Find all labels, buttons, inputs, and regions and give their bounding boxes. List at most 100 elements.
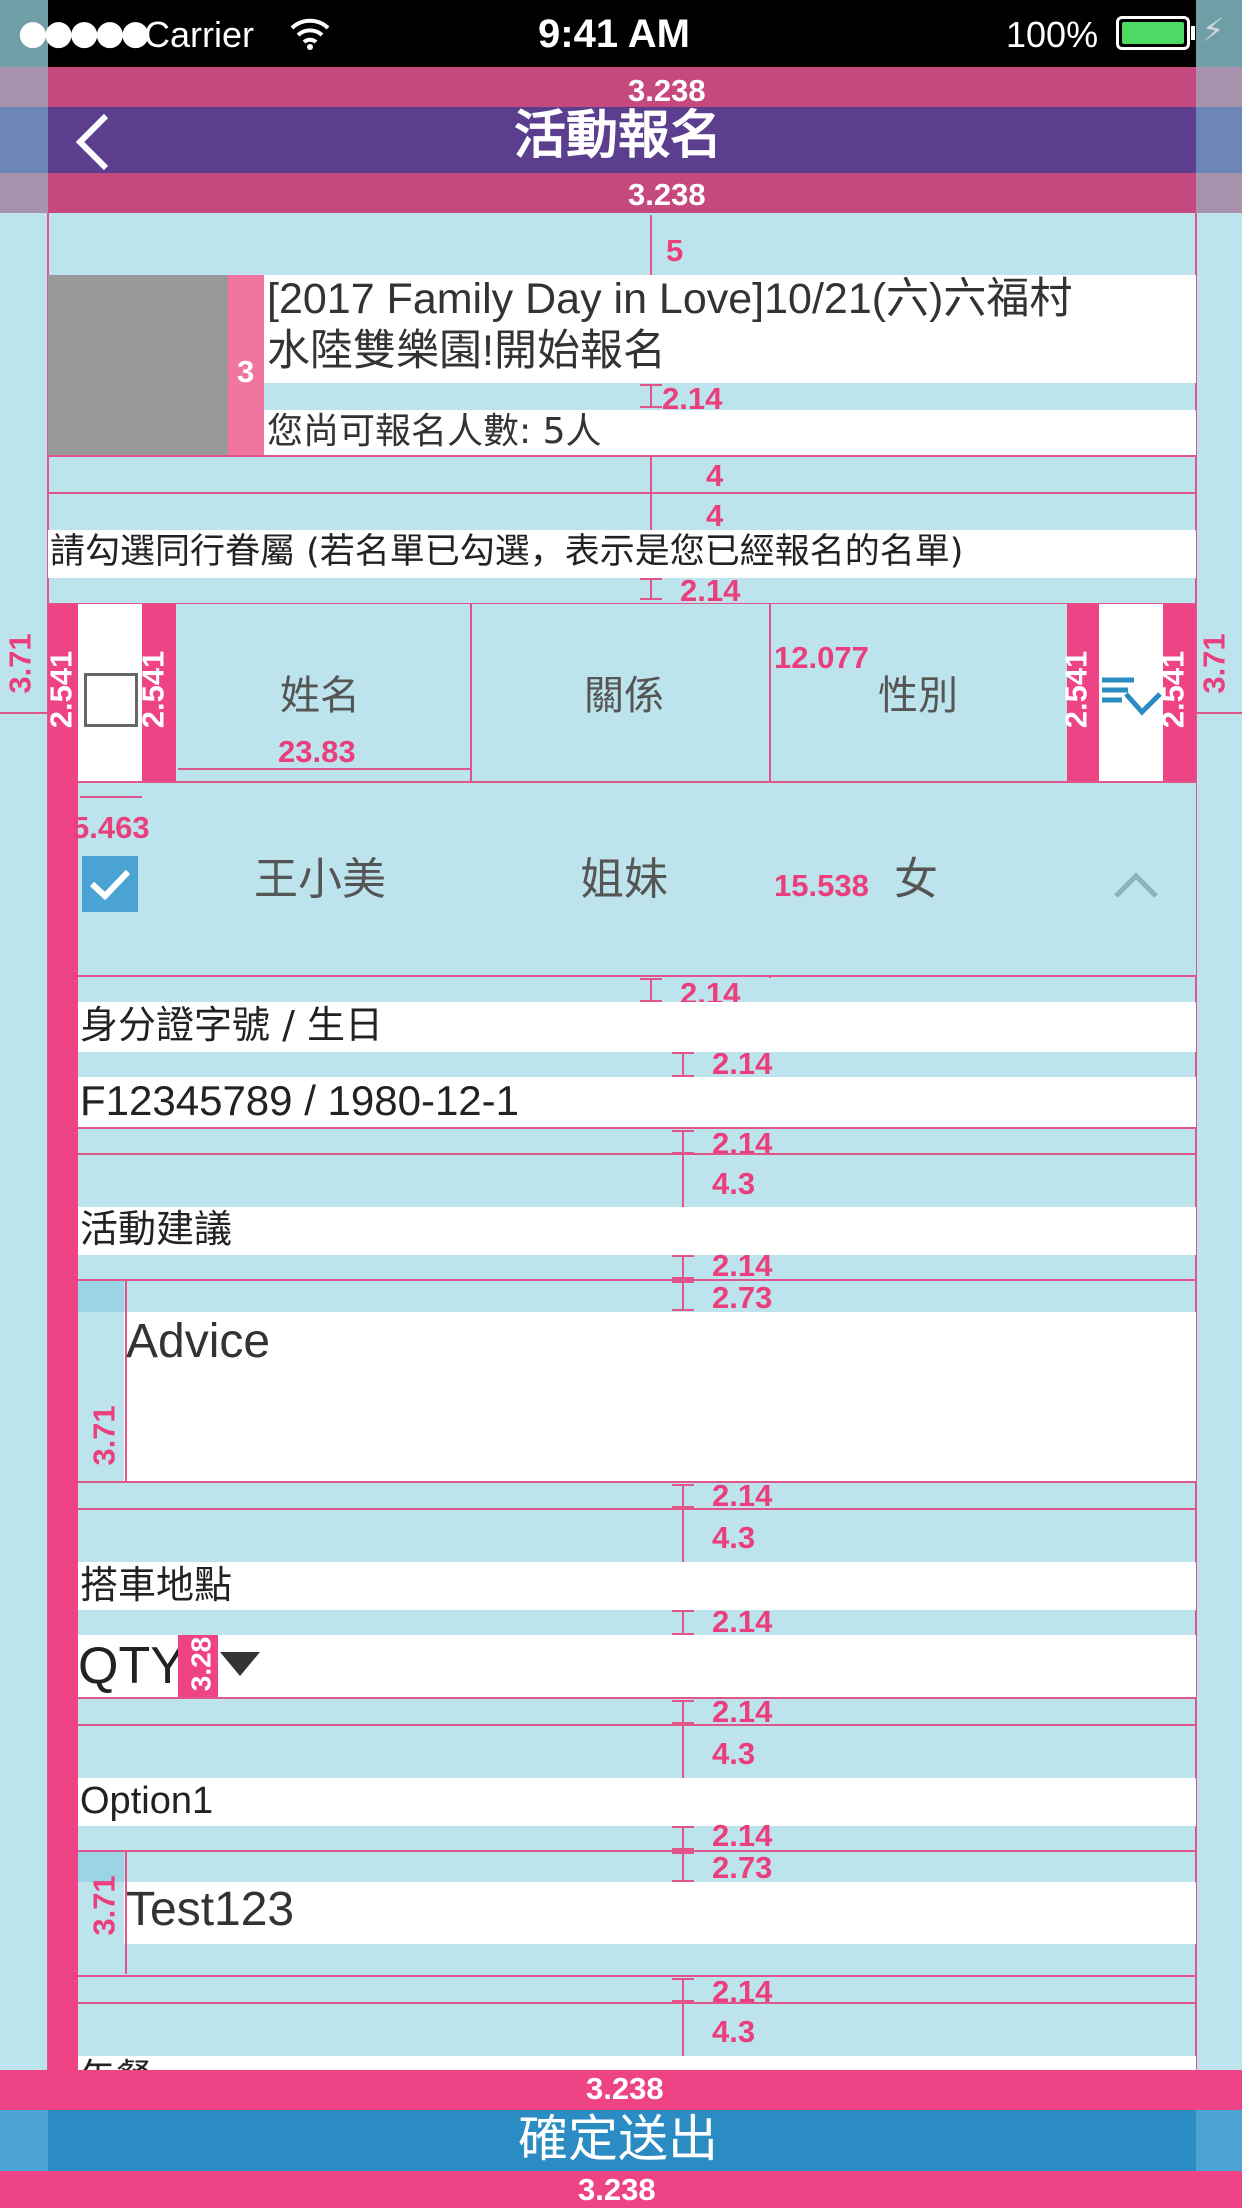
spacing-label: 2.14 bbox=[712, 1478, 773, 1513]
name-width-label: 23.83 bbox=[278, 734, 356, 769]
pickup-label-box bbox=[78, 1562, 1196, 1610]
margin-label-left: 3.71 bbox=[2, 633, 38, 694]
nav-bottom-margin-right bbox=[1196, 173, 1242, 213]
header-name: 姓名 bbox=[280, 673, 360, 719]
signal-icon: ●●●●● bbox=[18, 13, 150, 53]
spacing-label: 2.14 bbox=[712, 1248, 773, 1283]
spacing-guide bbox=[682, 1726, 684, 1778]
battery-percent: 100% bbox=[1006, 14, 1099, 55]
margin-guide-left bbox=[0, 712, 48, 714]
gender-offset-label: 15.538 bbox=[774, 868, 869, 903]
table-row-bottom bbox=[78, 975, 1196, 977]
spacing-guide bbox=[672, 1052, 694, 1077]
pickup-value: QTY bbox=[78, 1637, 185, 1695]
spacing-label-43: 4.3 bbox=[712, 1520, 756, 1555]
spacing-guide bbox=[650, 215, 652, 275]
spacing-label-4: 4 bbox=[706, 458, 724, 493]
spacing-label: 2.14 bbox=[712, 1694, 773, 1729]
nav-top-margin-right bbox=[1196, 67, 1242, 107]
spacing-guide bbox=[682, 2004, 684, 2056]
header-gender: 性別 bbox=[878, 673, 958, 719]
option-padding-label: 3.71 bbox=[86, 1875, 122, 1936]
nav-bottom-margin bbox=[0, 173, 1242, 213]
margin-guide-right bbox=[1196, 712, 1242, 714]
section-divider bbox=[78, 1481, 1196, 1483]
quota-text: 您尚可報名人數: 5人 bbox=[267, 411, 602, 452]
checkbox-offset-label: 5.463 bbox=[72, 810, 150, 845]
margin-label-right: 3.71 bbox=[1196, 633, 1232, 694]
carrier-label: Carrier bbox=[144, 14, 255, 55]
battery-tip bbox=[1191, 26, 1195, 40]
section-divider bbox=[78, 1508, 1196, 1510]
checkmark-icon bbox=[89, 869, 131, 901]
spacing-label-273: 2.73 bbox=[712, 1850, 773, 1885]
spacing-guide bbox=[640, 384, 662, 408]
spacing-guide bbox=[672, 1978, 694, 2002]
event-title-line1: [2017 Family Day in Love]10/21(六)六福村 bbox=[267, 275, 1073, 323]
spacing-guide bbox=[682, 1155, 684, 1207]
row-checkbox[interactable] bbox=[82, 856, 138, 912]
section-divider bbox=[78, 1127, 1196, 1129]
nav-top-margin bbox=[0, 67, 1242, 107]
option-label-box bbox=[78, 1778, 1196, 1826]
spacing-label-43: 4.3 bbox=[712, 1166, 756, 1201]
spacing-label-43: 4.3 bbox=[712, 1736, 756, 1771]
spacing-guide bbox=[672, 1826, 694, 1850]
checkbox-gap-label: 2.541 bbox=[135, 650, 171, 729]
wifi-icon bbox=[290, 18, 330, 50]
thumbnail-gap-label: 3 bbox=[237, 354, 255, 389]
section-divider bbox=[78, 1724, 1196, 1726]
option-label: Option1 bbox=[80, 1780, 214, 1822]
nav-left-strip bbox=[0, 107, 48, 173]
advice-placeholder: Advice bbox=[126, 1315, 271, 1368]
section-divider bbox=[78, 1697, 1196, 1699]
submit-right-strip bbox=[1196, 2110, 1242, 2171]
collapse-chevron-icon[interactable] bbox=[1112, 870, 1160, 900]
pickup-gap-label: 3.28 bbox=[185, 1636, 217, 1692]
spacing-label: 2.14 bbox=[712, 1818, 773, 1853]
select-all-checkbox[interactable] bbox=[84, 673, 138, 727]
dropdown-arrow-icon[interactable] bbox=[218, 1650, 262, 1678]
footer-top-margin-label: 3.238 bbox=[586, 2071, 664, 2106]
spacing-guide bbox=[672, 1700, 694, 1724]
next-label-clip: 午餐 bbox=[78, 2056, 278, 2071]
submit-left-strip bbox=[0, 2110, 48, 2171]
section-divider bbox=[78, 1279, 1196, 1281]
event-thumbnail bbox=[48, 275, 228, 455]
section-divider bbox=[48, 455, 1196, 457]
spacing-guide bbox=[672, 1281, 694, 1311]
submit-label: 確定送出 bbox=[518, 2110, 718, 2168]
advice-padding-guide bbox=[125, 1281, 127, 1482]
row-name: 王小美 bbox=[254, 854, 386, 905]
back-button[interactable] bbox=[70, 110, 116, 174]
spacing-label-43: 4.3 bbox=[712, 2014, 756, 2049]
section-divider bbox=[78, 1153, 1196, 1155]
option-value: Test123 bbox=[126, 1883, 295, 1936]
clock-label: 9:41 AM bbox=[538, 12, 690, 56]
spacing-guide bbox=[640, 978, 662, 1002]
nav-bottom-margin-left bbox=[0, 173, 48, 213]
spacing-label: 2.14 bbox=[712, 1046, 773, 1081]
checkbox-offset-guide bbox=[80, 796, 142, 798]
nav-top-margin-label: 3.238 bbox=[628, 73, 706, 108]
row-relation: 姐妹 bbox=[580, 854, 668, 905]
section-divider bbox=[78, 1975, 1196, 1977]
list-left-bar-label: 2.541 bbox=[43, 650, 79, 729]
spacing-guide bbox=[682, 1510, 684, 1562]
advice-label: 活動建議 bbox=[80, 1207, 233, 1251]
table-right-bar-label: 2.541 bbox=[1155, 650, 1191, 729]
nav-bottom-margin-label: 3.238 bbox=[628, 177, 706, 212]
spacing-guide bbox=[672, 1484, 694, 1508]
nav-right-strip bbox=[1196, 107, 1242, 173]
spacing-label: 2.14 bbox=[680, 573, 741, 608]
header-relation: 關係 bbox=[584, 673, 664, 719]
spacing-guide bbox=[672, 1255, 694, 1279]
battery-icon bbox=[1116, 16, 1190, 50]
nav-title: 活動報名 bbox=[514, 106, 723, 166]
advice-label-box bbox=[78, 1207, 1196, 1255]
section-divider bbox=[78, 1850, 1196, 1852]
footer-bottom-margin-label: 3.238 bbox=[578, 2172, 656, 2207]
charging-icon: ⚡ bbox=[1202, 11, 1225, 49]
nav-top-margin-left bbox=[0, 67, 48, 107]
advice-textarea[interactable] bbox=[124, 1312, 1196, 1482]
